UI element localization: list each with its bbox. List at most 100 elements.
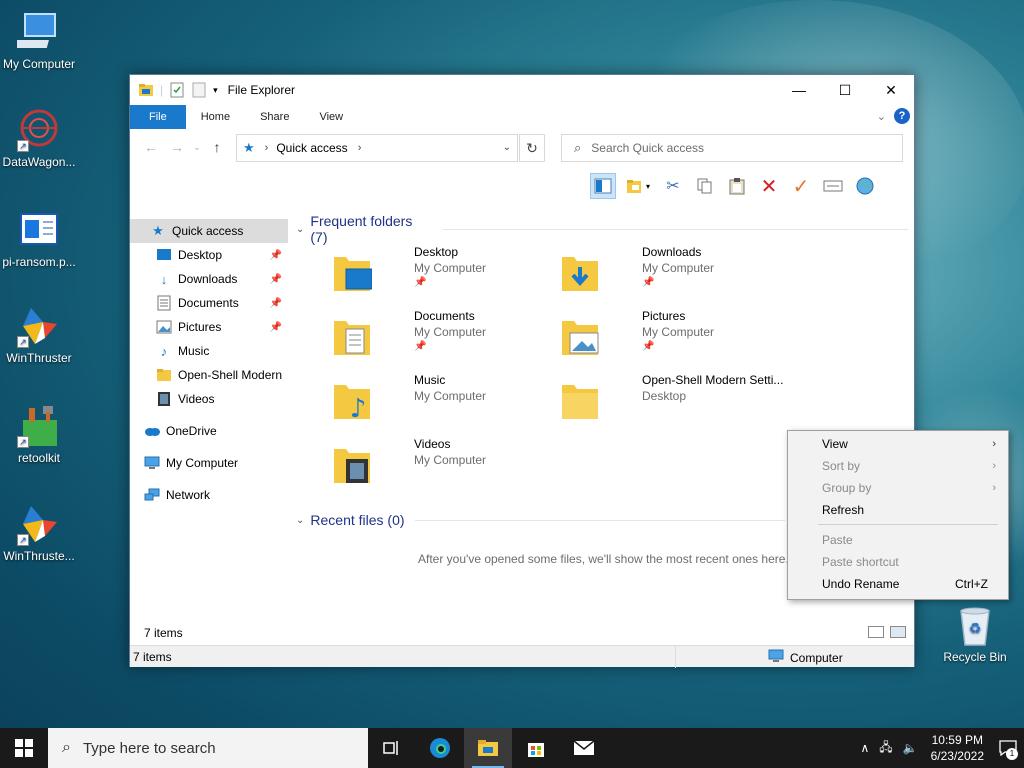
desktop-icon-my-computer[interactable]: My Computer (0, 10, 81, 71)
pin-icon[interactable]: 📌 (270, 250, 282, 261)
sidebar-item-network[interactable]: Network (130, 483, 288, 507)
pin-icon[interactable]: 📌 (270, 298, 282, 309)
network-icon[interactable]: 🖧 (874, 738, 897, 759)
taskbar-search[interactable]: ⌕ Type here to search (48, 728, 368, 768)
chevron-down-icon[interactable]: ⌄ (503, 142, 511, 153)
expand-ribbon-icon[interactable]: ⌄ (877, 110, 886, 123)
folder-name: Documents (414, 309, 475, 323)
globe-icon[interactable] (852, 173, 878, 199)
folder-tile[interactable]: ♪ Music My Computer (332, 373, 552, 429)
folder-name: Downloads (642, 245, 702, 259)
desktop-icon-recycle-bin[interactable]: ♻ Recycle Bin (933, 603, 1017, 664)
chevron-down-icon[interactable]: ⌄ (296, 515, 304, 526)
delete-icon[interactable]: ✕ (756, 173, 782, 199)
pin-icon[interactable]: 📌 (270, 322, 282, 333)
cut-icon[interactable]: ✂ (660, 173, 686, 199)
sidebar-item-label: Open-Shell Modern (178, 368, 283, 382)
rename-icon[interactable] (820, 173, 846, 199)
desktop-icon-pi-ransom[interactable]: pi-ransom.p... (0, 208, 81, 269)
start-button[interactable] (0, 728, 48, 768)
properties-icon[interactable] (169, 82, 185, 98)
menu-item-paste-shortcut[interactable]: Paste shortcut (788, 551, 1008, 573)
recent-files-header[interactable]: ⌄ Recent files (0) (296, 512, 785, 528)
notification-icon[interactable]: 1 (992, 728, 1024, 768)
tab-view[interactable]: View (304, 105, 358, 129)
sidebar-item-open-shell[interactable]: Open-Shell Modern (130, 363, 288, 387)
tab-share[interactable]: Share (245, 105, 304, 129)
desktop-icon (156, 247, 172, 263)
large-icons-view-icon[interactable] (890, 626, 906, 638)
menu-item-group-by[interactable]: Group by › (788, 477, 1008, 499)
checkmark-icon[interactable]: ✓ (788, 173, 814, 199)
folder-tile[interactable]: Videos My Computer (332, 437, 552, 493)
folder-location: My Computer (642, 325, 715, 339)
clock[interactable]: 10:59 PM 6/23/2022 (923, 732, 992, 764)
address-field[interactable]: ★ › Quick access › ⌄ (236, 134, 518, 162)
desktop-icon-retoolkit[interactable]: ↗ retoolkit (0, 404, 81, 465)
preview-pane-button[interactable] (590, 173, 616, 199)
folder-tile[interactable]: Pictures My Computer 📌 (560, 309, 780, 365)
mail-icon[interactable] (560, 728, 608, 768)
desktop-icon-winthruster[interactable]: ↗ WinThruster (0, 304, 81, 365)
up-button[interactable]: ↑ (204, 139, 230, 155)
folder-name: Music (414, 373, 446, 387)
breadcrumb[interactable]: Quick access (276, 141, 347, 155)
desktop-icon-datawagon[interactable]: ↗ DataWagon... (0, 108, 81, 169)
folder-tile[interactable]: Documents My Computer 📌 (332, 309, 552, 365)
menu-item-label: Paste (822, 533, 853, 547)
forward-button[interactable]: → (164, 139, 190, 155)
file-explorer-taskbar-icon[interactable] (464, 728, 512, 768)
recycle-bin-icon: ♻ (953, 603, 997, 647)
title-bar[interactable]: | ▾ File Explorer — ☐ ✕ (130, 75, 914, 105)
details-view-icon[interactable] (868, 626, 884, 638)
folder-location: My Computer (414, 261, 487, 275)
pin-icon: 📌 (414, 277, 427, 288)
sidebar-item-desktop[interactable]: Desktop 📌 (130, 243, 288, 267)
tab-home[interactable]: Home (186, 105, 245, 129)
maximize-button[interactable]: ☐ (822, 75, 868, 105)
back-button[interactable]: ← (138, 139, 164, 155)
frequent-folders-header[interactable]: ⌄ Frequent folders (7) (296, 213, 908, 245)
new-folder-button[interactable]: ▾ (622, 173, 654, 199)
refresh-button[interactable]: ↻ (519, 134, 545, 162)
menu-item-refresh[interactable]: Refresh (788, 499, 1008, 521)
sidebar-item-pictures[interactable]: Pictures 📌 (130, 315, 288, 339)
menu-item-sort-by[interactable]: Sort by › (788, 455, 1008, 477)
sidebar-item-documents[interactable]: Documents 📌 (130, 291, 288, 315)
desktop-icon-winthruster-2[interactable]: ↗ WinThruste... (0, 502, 81, 563)
edge-icon[interactable] (416, 728, 464, 768)
folder-tile[interactable]: Open-Shell Modern Setti... Desktop (560, 373, 783, 429)
sidebar-item-music[interactable]: ♪ Music (130, 339, 288, 363)
sidebar-item-my-computer[interactable]: My Computer (130, 451, 288, 475)
show-hidden-icons-icon[interactable]: ∧ (855, 741, 874, 755)
chevron-down-icon[interactable]: ⌄ (296, 224, 304, 235)
help-icon[interactable]: ? (894, 108, 910, 124)
tab-file[interactable]: File (130, 105, 186, 129)
recent-locations-icon[interactable]: ⌄ (190, 142, 204, 153)
task-view-button[interactable] (368, 728, 416, 768)
volume-icon[interactable]: 🔈 (898, 741, 923, 755)
music-folder-icon: ♪ (332, 379, 370, 424)
chevron-right-icon[interactable]: › (358, 142, 362, 154)
sidebar-item-onedrive[interactable]: OneDrive (130, 419, 288, 443)
customize-qat-icon[interactable]: ▾ (213, 85, 218, 96)
sidebar-item-quick-access[interactable]: ★ Quick access (130, 219, 288, 243)
close-button[interactable]: ✕ (868, 75, 914, 105)
pin-icon[interactable]: 📌 (270, 274, 282, 285)
folder-tile[interactable]: Desktop My Computer 📌 (332, 245, 552, 301)
store-icon[interactable] (512, 728, 560, 768)
desktop-icon-label: My Computer (2, 57, 76, 71)
sidebar-item-videos[interactable]: Videos (130, 387, 288, 411)
shortcut-arrow-icon: ↗ (17, 436, 29, 448)
menu-item-paste[interactable]: Paste (788, 529, 1008, 551)
menu-item-undo-rename[interactable]: Undo Rename Ctrl+Z (788, 573, 1008, 595)
folder-tile[interactable]: Downloads My Computer 📌 (560, 245, 780, 301)
paste-icon[interactable] (724, 173, 750, 199)
sidebar-item-downloads[interactable]: ↓ Downloads 📌 (130, 267, 288, 291)
copy-icon[interactable] (692, 173, 718, 199)
search-input[interactable]: ⌕ Search Quick access (561, 134, 903, 162)
minimize-button[interactable]: — (776, 75, 822, 105)
folder-location: My Computer (414, 453, 487, 467)
new-folder-icon[interactable] (191, 82, 207, 98)
menu-item-view[interactable]: View › (788, 433, 1008, 455)
